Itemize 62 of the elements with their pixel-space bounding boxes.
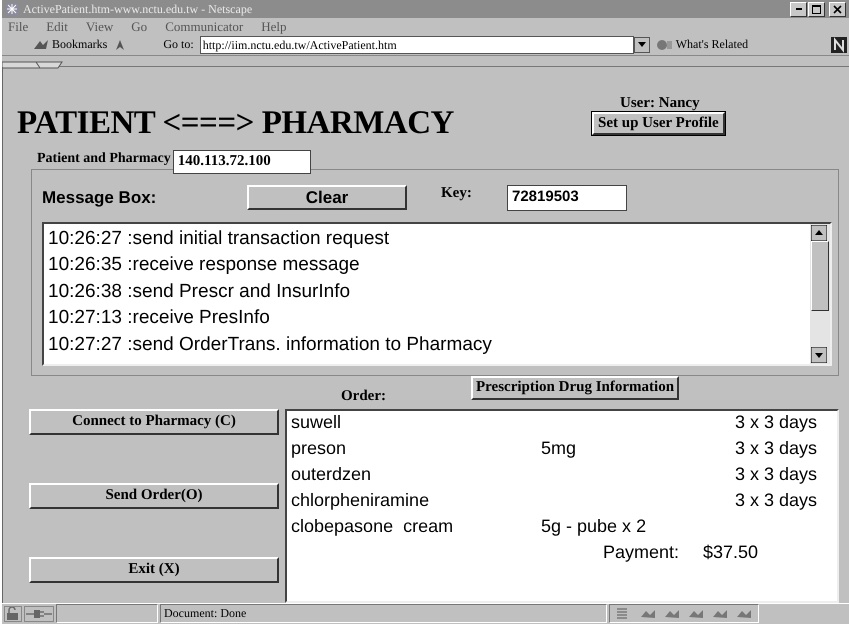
status-text: Document: Done bbox=[160, 604, 607, 624]
app-icon bbox=[5, 2, 19, 16]
maximize-button[interactable] bbox=[808, 2, 825, 17]
drug-name: outerdzen bbox=[291, 464, 372, 486]
drug-amount: 5mg bbox=[541, 438, 578, 460]
action-button[interactable]: Send Order(O) bbox=[29, 482, 279, 509]
drug-dosage: 3 x 3 days bbox=[734, 438, 818, 460]
plug-icon bbox=[24, 606, 54, 622]
drug-name: clobepasone cream bbox=[291, 516, 454, 538]
drug-name: chlorpheniramine bbox=[291, 490, 430, 512]
close-icon bbox=[833, 4, 842, 14]
bookmark-icon bbox=[32, 38, 50, 51]
netscape-logo-icon bbox=[831, 36, 847, 53]
user-name: User: Nancy bbox=[620, 94, 700, 112]
payment-label: Payment: bbox=[602, 542, 679, 564]
profile-button[interactable]: Set up User Profile bbox=[592, 112, 725, 135]
drug-info-button[interactable]: Prescription Drug Information bbox=[471, 376, 680, 400]
minimize-icon bbox=[796, 8, 802, 10]
message-line: 10:26:27 :send initial transaction request bbox=[48, 226, 390, 251]
drug-dosage: 3 x 3 days bbox=[734, 490, 818, 512]
action-button[interactable]: Exit (X) bbox=[29, 556, 279, 583]
clear-button[interactable]: Clear bbox=[247, 185, 407, 210]
drug-amount: 5g - pube x 2 bbox=[541, 516, 648, 538]
order-label: Order: bbox=[341, 388, 387, 405]
message-line: 10:27:27 :send OrderTrans. information to Pharmacy bbox=[48, 332, 493, 357]
whats-related-button[interactable]: What's Related bbox=[656, 37, 748, 52]
drug-dosage: 3 x 3 days bbox=[734, 412, 818, 434]
payment-amount: $37.50 bbox=[702, 542, 760, 564]
bookmarks-button[interactable]: Bookmarks bbox=[32, 37, 108, 52]
menu-item[interactable]: Go bbox=[131, 18, 148, 35]
message-line: 10:26:35 :receive response message bbox=[48, 253, 361, 278]
scroll-down-icon bbox=[811, 346, 827, 363]
message-line: 10:26:38 :send Prescr and InsurInfo bbox=[48, 280, 352, 304]
menu-item[interactable]: File bbox=[8, 18, 28, 35]
action-button[interactable]: Connect to Pharmacy (C) bbox=[29, 408, 279, 435]
key-label: Key: bbox=[441, 184, 473, 202]
menu-item[interactable]: Communicator bbox=[165, 18, 244, 35]
message-line: 10:27:13 :receive PresInfo bbox=[48, 306, 271, 330]
window-title: ActivePatient.htm-www.nctu.edu.tw - Netscape bbox=[23, 2, 254, 17]
menu-item[interactable]: View bbox=[86, 18, 114, 35]
page-heading: PATIENT <===> PHARMACY bbox=[17, 104, 455, 142]
dropdown-button[interactable] bbox=[634, 36, 650, 53]
drug-name: preson bbox=[291, 438, 348, 460]
key-field[interactable]: 72819503 bbox=[507, 184, 627, 211]
minimize-button[interactable] bbox=[790, 2, 807, 17]
go-to-label: Go to: bbox=[163, 37, 194, 52]
lock-icon bbox=[4, 606, 22, 622]
menu-item[interactable]: Edit bbox=[46, 18, 68, 35]
ip-field[interactable]: 140.113.72.100 bbox=[172, 150, 311, 174]
caret-icon bbox=[638, 42, 646, 48]
url-field[interactable]: http://iim.nctu.edu.tw/ActivePatient.htm bbox=[200, 36, 634, 54]
drug-dosage: 3 x 3 days bbox=[734, 464, 818, 486]
scroll-bar[interactable] bbox=[810, 224, 830, 364]
tab-grip-icon bbox=[2, 60, 64, 69]
message-box-label: Message Box: bbox=[42, 188, 158, 208]
close-button[interactable] bbox=[829, 2, 846, 17]
maximize-icon bbox=[812, 4, 821, 14]
related-icon bbox=[656, 38, 674, 51]
scroll-up-icon bbox=[811, 224, 827, 241]
menu-item[interactable]: Help bbox=[261, 18, 286, 35]
drug-name: suwell bbox=[291, 412, 342, 434]
group-label: Patient and Pharmacy bbox=[37, 150, 171, 168]
